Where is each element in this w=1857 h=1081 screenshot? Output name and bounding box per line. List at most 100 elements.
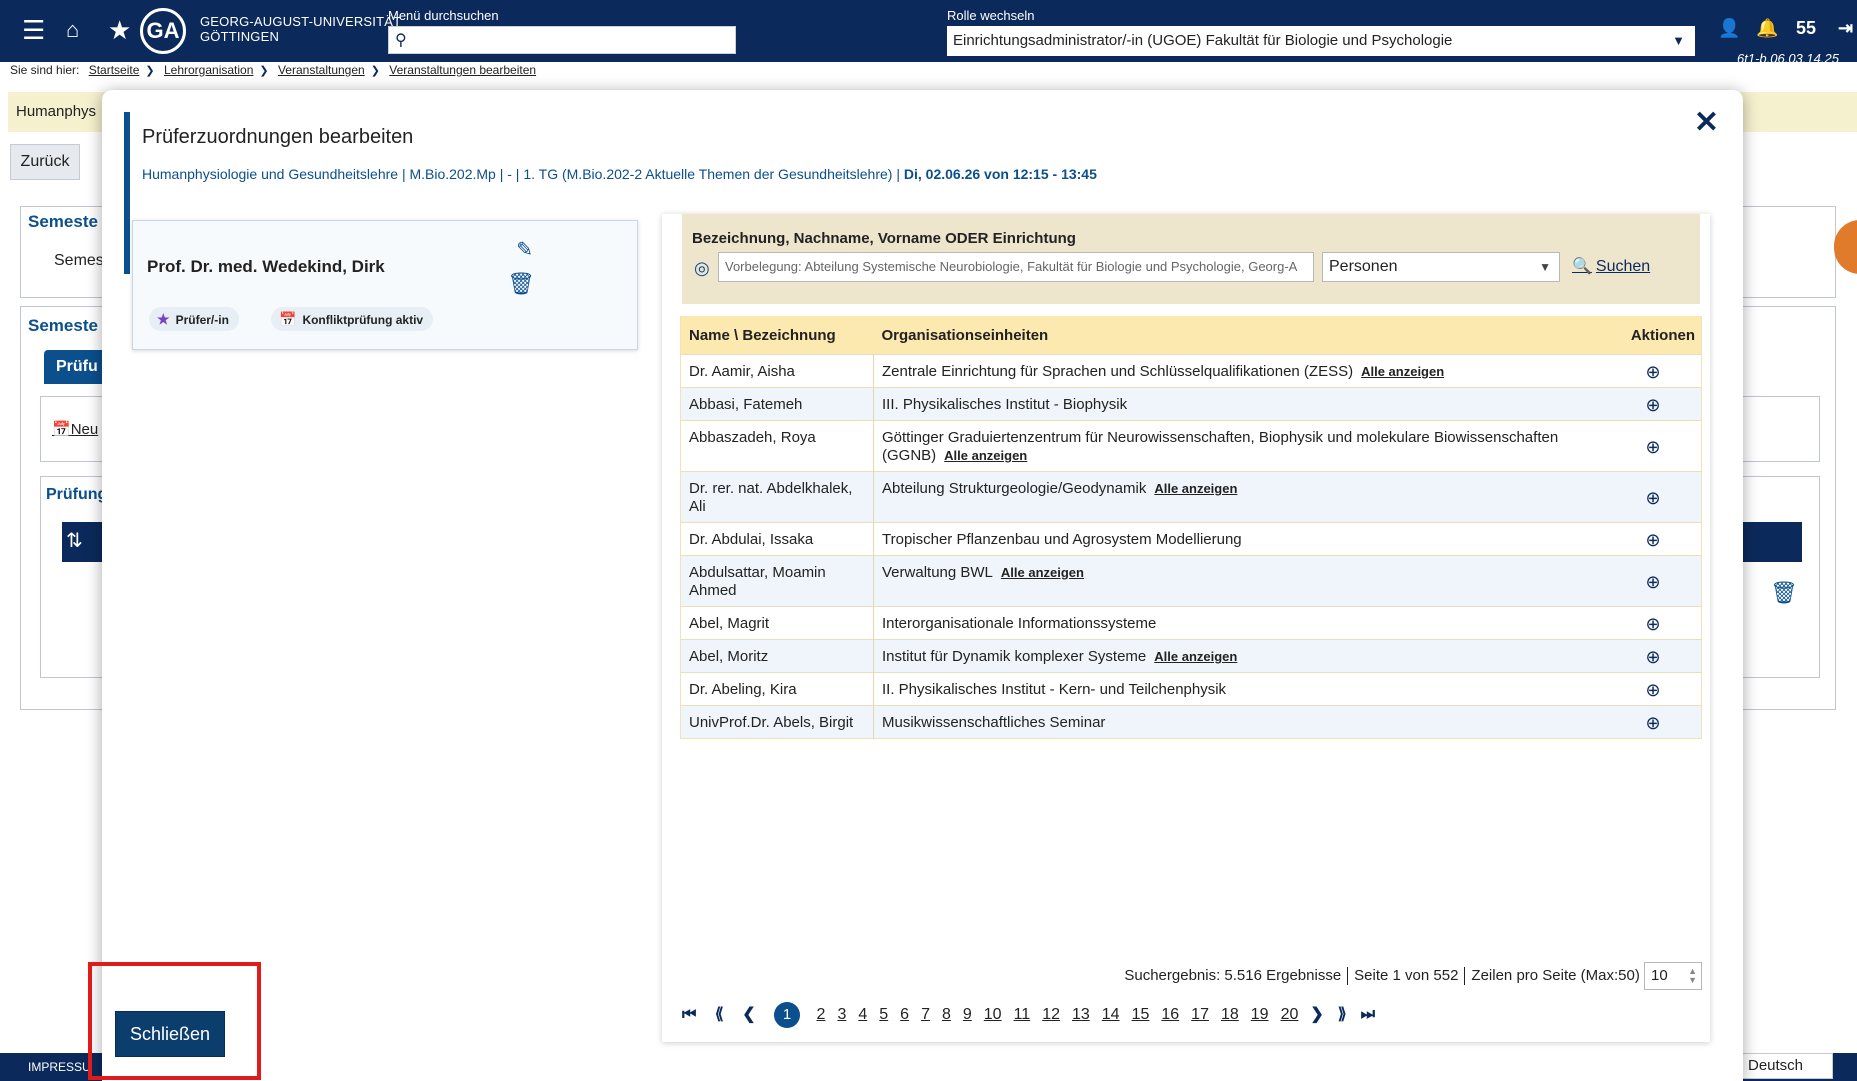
show-all-link[interactable]: Alle anzeigen [1154, 649, 1237, 664]
add-examiner-icon[interactable]: ⊕ [1605, 606, 1702, 640]
table-row: Abbaszadeh, Roya Göttinger Graduiertenzen… [680, 420, 1702, 472]
previous-block-icon[interactable]: ⟪ [715, 1004, 724, 1024]
show-all-link[interactable]: Alle anzeigen [1154, 481, 1237, 496]
column-header-actions: Aktionen [1605, 316, 1702, 355]
row-organisation-text: Abteilung Strukturgeologie/Geodynamik [882, 480, 1147, 497]
examiner-name: Prof. Dr. med. Wedekind, Dirk [147, 257, 385, 276]
page-link[interactable]: 16 [1161, 1006, 1179, 1024]
row-organisation: Interorganisationale Informationssysteme [873, 606, 1605, 640]
menu-search-label: Menü durchsuchen [388, 8, 499, 23]
breadcrumb-veranstaltungen-bearbeiten[interactable]: Veranstaltungen bearbeiten [389, 63, 536, 77]
calendar-conflict-icon: 📅 [279, 311, 297, 327]
breadcrumb-lehrorganisation[interactable]: Lehrorganisation [164, 63, 253, 77]
page-link[interactable]: 14 [1102, 1006, 1120, 1024]
page-link[interactable]: 15 [1132, 1006, 1150, 1024]
page-link[interactable]: 5 [879, 1006, 888, 1024]
university-logo[interactable]: GA [140, 8, 186, 54]
add-examiner-icon[interactable]: ⊕ [1605, 522, 1702, 556]
row-person-name: Dr. Abdulai, Issaka [680, 522, 874, 556]
add-examiner-icon[interactable]: ⊕ [1605, 672, 1702, 706]
search-input[interactable]: Vorbelegung: Abteilung Systemische Neuro… [718, 252, 1314, 282]
row-organisation-text: Institut für Dynamik komplexer Systeme [882, 648, 1147, 665]
current-page[interactable]: 1 [774, 1002, 801, 1028]
add-examiner-icon[interactable]: ⊕ [1605, 471, 1702, 523]
dialog-subtitle: Humanphysiologie und Gesundheitslehre | … [142, 166, 1097, 182]
dialog-title: Prüferzuordnungen bearbeiten [142, 126, 414, 148]
university-name-line2: GÖTTINGEN [200, 29, 280, 44]
person-results-table: Name \ Bezeichnung Organisationseinheite… [680, 316, 1702, 739]
title-accent-bar [124, 112, 130, 274]
first-page-icon[interactable]: ⏮ [682, 1006, 696, 1024]
chevron-right-icon: ❯ [370, 65, 380, 77]
close-icon[interactable]: ✕ [1694, 108, 1719, 138]
page-link[interactable]: 20 [1281, 1006, 1299, 1024]
conflict-check-badge: 📅 Konfliktprüfung aktiv [271, 307, 434, 331]
breadcrumb-startseite[interactable]: Startseite [89, 63, 140, 77]
show-all-link[interactable]: Alle anzeigen [1001, 565, 1084, 580]
row-organisation: III. Physikalisches Institut - Biophysik [873, 387, 1605, 421]
examiner-assignment-dialog: Prüferzuordnungen bearbeiten Humanphysio… [102, 90, 1743, 1081]
notification-count[interactable]: 55 [1796, 18, 1816, 39]
page-link[interactable]: 18 [1221, 1006, 1239, 1024]
add-examiner-icon[interactable]: ⊕ [1605, 354, 1702, 388]
page-link[interactable]: 17 [1191, 1006, 1209, 1024]
user-icon[interactable]: 👤 [1718, 18, 1740, 39]
page-link[interactable]: 11 [1014, 1006, 1031, 1024]
role-select[interactable]: Einrichtungsadministrator/-in (UGOE) Fak… [947, 26, 1695, 56]
pencil-edit-icon[interactable]: ✎ [516, 237, 533, 262]
target-icon[interactable]: ◎ [694, 258, 710, 279]
hamburger-menu-icon[interactable]: ☰ [22, 16, 45, 44]
home-icon[interactable]: ⌂ [66, 16, 79, 44]
search-type-select[interactable]: Personen ▼ [1322, 252, 1560, 282]
person-search-panel: Bezeichnung, Nachname, Vorname ODER Einr… [662, 214, 1710, 1042]
page-link[interactable]: 6 [900, 1006, 909, 1024]
add-examiner-icon[interactable]: ⊕ [1605, 387, 1702, 421]
examiner-card: Prof. Dr. med. Wedekind, Dirk ✎ 🗑 ★ Prüfe… [132, 220, 638, 350]
breadcrumb-veranstaltungen[interactable]: Veranstaltungen [278, 63, 365, 77]
search-button[interactable]: 🔍 Suchen [1572, 256, 1650, 276]
page-link[interactable]: 19 [1251, 1006, 1269, 1024]
rows-per-page-input[interactable]: 10 ▲ ▼ [1644, 962, 1702, 990]
page-link[interactable]: 3 [837, 1006, 846, 1024]
previous-page-icon[interactable]: ❮ [742, 1004, 755, 1024]
page-link[interactable]: 10 [984, 1006, 1002, 1024]
row-organisation-text: Verwaltung BWL [882, 564, 993, 581]
show-all-link[interactable]: Alle anzeigen [944, 448, 1027, 463]
bell-icon[interactable]: 🔔 [1756, 18, 1778, 39]
add-examiner-icon[interactable]: ⊕ [1605, 639, 1702, 673]
row-organisation: II. Physikalisches Institut - Kern- und … [873, 672, 1605, 706]
page-link[interactable]: 7 [921, 1006, 930, 1024]
row-organisation: Verwaltung BWL Alle anzeigen [873, 555, 1605, 607]
row-organisation: Institut für Dynamik komplexer Systeme Al… [873, 639, 1605, 673]
logout-icon[interactable]: ⇥ [1838, 18, 1853, 39]
examiner-role-badge: ★ Prüfer/-in [149, 307, 239, 331]
page-link[interactable]: 8 [942, 1006, 951, 1024]
search-type-value: Personen [1329, 258, 1398, 275]
page-link[interactable]: 4 [858, 1006, 867, 1024]
breadcrumb-label: Sie sind hier: [10, 63, 80, 77]
person-star-icon: ★ [157, 311, 170, 327]
star-favorites-icon[interactable]: ★ [108, 16, 131, 44]
page-link[interactable]: 9 [963, 1006, 972, 1024]
next-page-icon[interactable]: ❯ [1310, 1004, 1323, 1024]
page-link[interactable]: 2 [817, 1006, 826, 1024]
page-link[interactable]: 12 [1042, 1006, 1060, 1024]
row-organisation-text: Zentrale Einrichtung für Sprachen und Sc… [882, 363, 1354, 380]
show-all-link[interactable]: Alle anzeigen [1361, 364, 1444, 379]
add-examiner-icon[interactable]: ⊕ [1605, 420, 1702, 472]
menu-search-input[interactable]: ⚲ [388, 26, 736, 54]
add-examiner-icon[interactable]: ⊕ [1605, 705, 1702, 739]
role-switch-label: Rolle wechseln [947, 8, 1035, 23]
page-link[interactable]: 13 [1072, 1006, 1090, 1024]
last-page-icon[interactable]: ⏭ [1361, 1006, 1375, 1024]
table-row: Dr. Abeling, Kira II. Physikalisches Inst… [680, 672, 1702, 706]
breadcrumb: Sie sind hier: Startseite ❯ Lehrorganisat… [0, 62, 1857, 80]
add-examiner-icon[interactable]: ⊕ [1605, 555, 1702, 607]
column-header-org: Organisationseinheiten [873, 316, 1605, 355]
next-block-icon[interactable]: ⟫ [1338, 1004, 1347, 1024]
row-person-name: Dr. Aamir, Aisha [680, 354, 874, 388]
trash-icon[interactable]: 🗑 [507, 271, 535, 297]
chevron-down-icon: ▼ [1539, 260, 1551, 274]
spinner-icon[interactable]: ▲ ▼ [1688, 967, 1697, 985]
university-name-line1: GEORG-AUGUST-UNIVERSITÄT [200, 14, 402, 29]
